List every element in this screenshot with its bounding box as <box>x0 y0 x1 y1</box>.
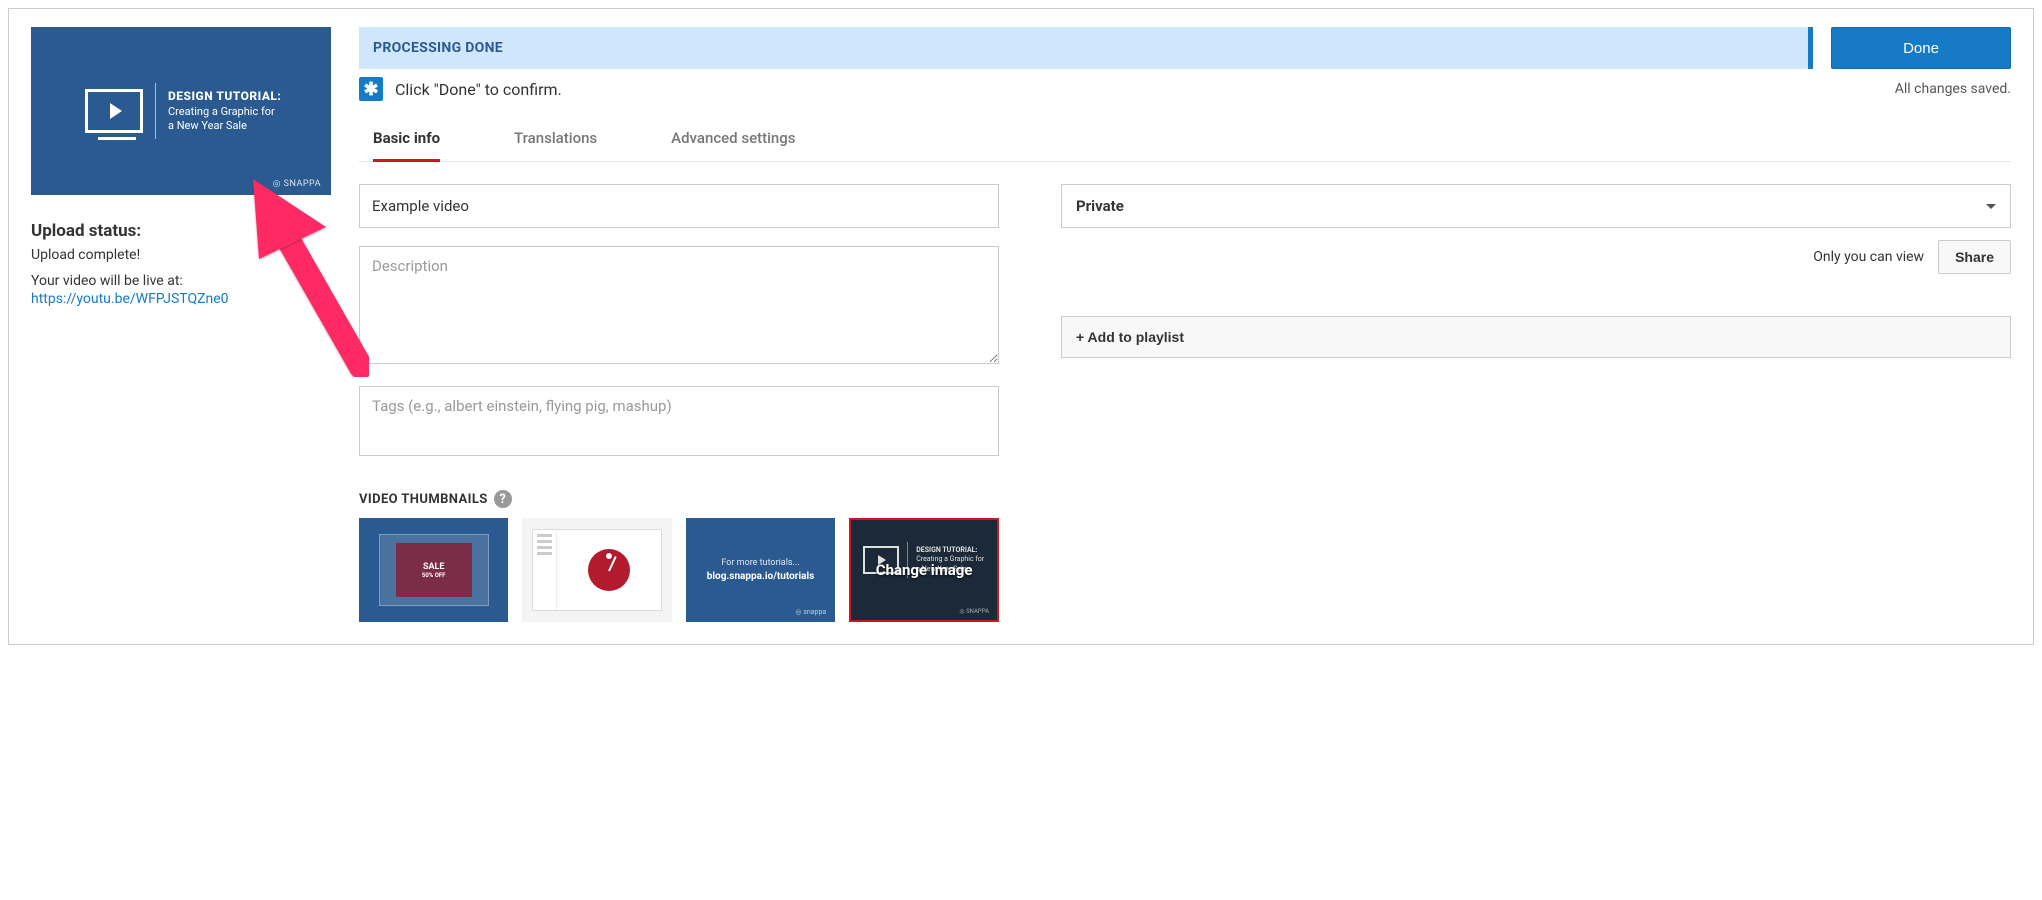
video-url-link[interactable]: https://youtu.be/WFPJSTQZne0 <box>31 291 331 307</box>
thumbnail-option-1[interactable]: SALE 50% OFF <box>359 518 508 622</box>
change-image-label: Change image <box>851 520 997 620</box>
thumb1-pct: 50% OFF <box>422 572 446 579</box>
privacy-hint: Only you can view <box>1813 249 1924 265</box>
upload-live-at-label: Your video will be live at: <box>31 273 331 289</box>
tab-advanced-settings[interactable]: Advanced settings <box>671 119 795 162</box>
tabs: Basic info Translations Advanced setting… <box>359 119 2011 162</box>
tab-translations[interactable]: Translations <box>514 119 597 162</box>
share-button[interactable]: Share <box>1938 240 2011 274</box>
tab-basic-info[interactable]: Basic info <box>373 119 440 162</box>
thumb-line2: a New Year Sale <box>168 119 247 132</box>
processing-status-label: PROCESSING DONE <box>373 40 503 56</box>
help-icon[interactable]: ? <box>494 490 512 508</box>
left-column: DESIGN TUTORIAL: Creating a Graphic for … <box>31 27 331 622</box>
title-input[interactable] <box>359 184 999 228</box>
upload-status-heading: Upload status: <box>31 221 331 241</box>
asterisk-icon: ✱ <box>359 77 383 101</box>
thumbnails-row: SALE 50% OFF For more tutorials... <box>359 518 999 622</box>
done-button[interactable]: Done <box>1831 27 2011 69</box>
chevron-down-icon <box>1986 204 1996 209</box>
form-column: VIDEO THUMBNAILS ? SALE 50% OFF <box>359 184 999 622</box>
privacy-selected: Private <box>1076 197 1124 215</box>
thumb1-sale: SALE <box>423 562 445 572</box>
privacy-select[interactable]: Private <box>1061 184 2011 228</box>
thumb3-line2: blog.snappa.io/tutorials <box>707 571 814 582</box>
processing-progress-bar: PROCESSING DONE <box>359 27 1813 69</box>
thumbnail-option-2[interactable] <box>522 518 671 622</box>
play-icon <box>85 89 143 133</box>
thumb3-brand: ◎ snappa <box>795 608 826 616</box>
description-input[interactable] <box>359 246 999 364</box>
tags-input[interactable] <box>359 386 999 456</box>
video-thumbnail-preview: DESIGN TUTORIAL: Creating a Graphic for … <box>31 27 331 195</box>
thumb-line1: Creating a Graphic for <box>168 105 275 118</box>
right-column: PROCESSING DONE Done ✱ Click "Done" to c… <box>359 27 2011 622</box>
saved-message: All changes saved. <box>1895 81 2011 97</box>
thumb-title: DESIGN TUTORIAL: <box>168 89 281 105</box>
confirm-message: Click "Done" to confirm. <box>395 80 562 99</box>
upload-status-message: Upload complete! <box>31 247 331 263</box>
side-column: Private Only you can view Share + Add to… <box>1061 184 2011 622</box>
thumbnail-option-4[interactable]: DESIGN TUTORIAL: Creating a Graphic for … <box>849 518 999 622</box>
thumb-brand: ◎ SNAPPA <box>273 179 321 189</box>
add-to-playlist-button[interactable]: + Add to playlist <box>1061 316 2011 358</box>
thumbnail-option-3[interactable]: For more tutorials... blog.snappa.io/tut… <box>686 518 835 622</box>
upload-editor: DESIGN TUTORIAL: Creating a Graphic for … <box>8 8 2034 645</box>
thumb3-line1: For more tutorials... <box>721 558 799 568</box>
thumbnails-label: VIDEO THUMBNAILS <box>359 492 488 507</box>
